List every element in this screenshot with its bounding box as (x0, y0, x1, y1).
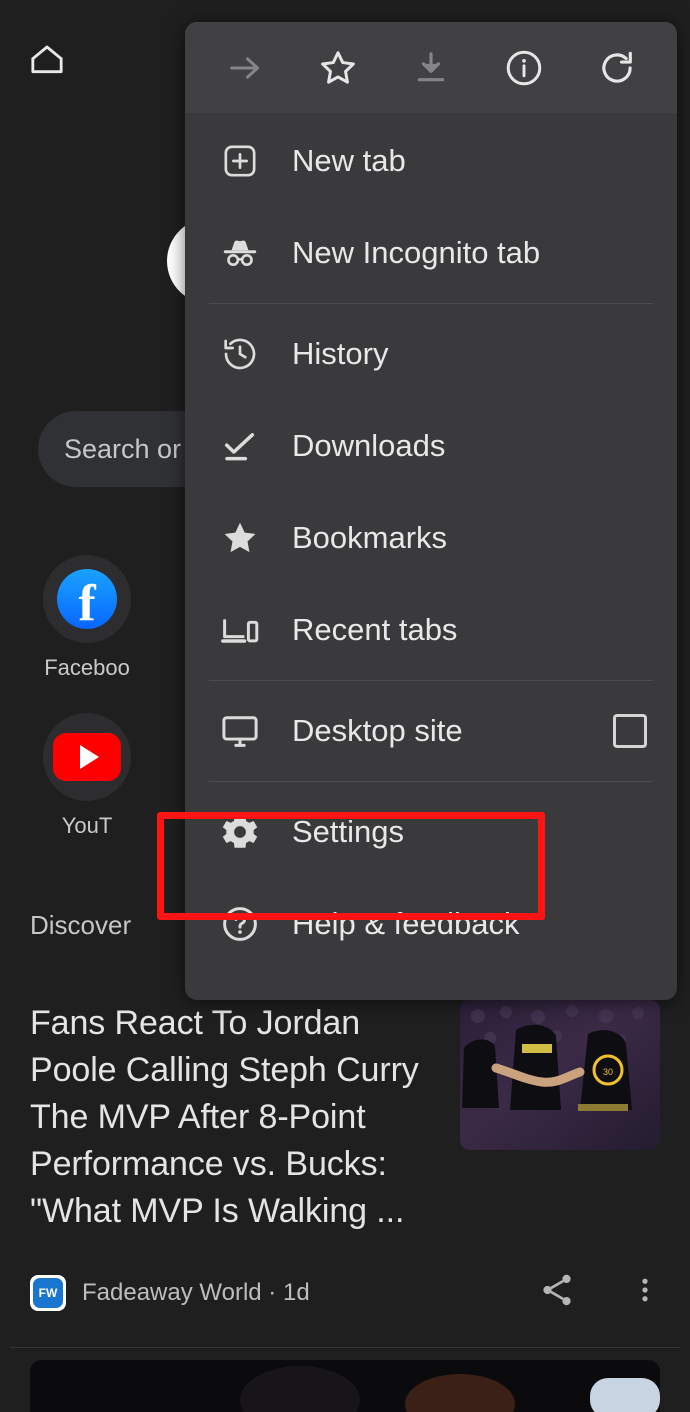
reload-icon[interactable] (570, 22, 663, 113)
article-thumbnail: 30 (460, 1000, 660, 1150)
share-icon[interactable] (538, 1271, 576, 1314)
forward-icon[interactable] (199, 22, 292, 113)
shortcut-tile (43, 713, 131, 801)
article-card[interactable]: Fans React To Jordan Poole Calling Steph… (0, 1000, 690, 1314)
menu-item-label: Settings (292, 814, 405, 849)
menu-item-label: Downloads (292, 428, 446, 463)
menu-item-downloads[interactable]: Downloads (185, 400, 677, 492)
history-icon (218, 332, 262, 376)
source-badge-text: FW (33, 1277, 63, 1308)
menu-item-history[interactable]: History (185, 308, 677, 400)
menu-item-help-feedback[interactable]: Help & feedback (185, 878, 677, 970)
shortcut-facebook[interactable]: f Faceboo (22, 555, 152, 681)
chrome-main-menu: New tab New Incognito tab History Downlo… (185, 22, 677, 1000)
star-icon (218, 516, 262, 560)
article-divider (10, 1347, 680, 1348)
downloads-check-icon (218, 424, 262, 468)
download-icon[interactable] (385, 22, 478, 113)
menu-divider (209, 680, 653, 681)
menu-item-label: History (292, 336, 389, 371)
recent-tabs-icon (218, 608, 262, 652)
menu-item-desktop-site[interactable]: Desktop site (185, 685, 677, 777)
menu-item-new-tab[interactable]: New tab (185, 115, 677, 207)
shortcut-tile: f (43, 555, 131, 643)
desktop-monitor-icon (218, 709, 262, 753)
menu-divider (209, 781, 653, 782)
home-icon[interactable] (27, 40, 67, 80)
article-title: Fans React To Jordan Poole Calling Steph… (30, 1004, 419, 1230)
youtube-icon (53, 733, 121, 781)
facebook-icon: f (57, 569, 117, 630)
desktop-site-checkbox[interactable] (613, 714, 647, 748)
help-circle-icon (218, 902, 262, 946)
bookmark-star-icon[interactable] (292, 22, 385, 113)
menu-item-label: Help & feedback (292, 906, 520, 941)
shortcut-label: YouT (61, 813, 113, 838)
phone-screen: G Search or f Faceboo YouT (0, 0, 690, 1412)
discover-heading: Discover (30, 910, 132, 940)
shortcut-label: Faceboo (44, 655, 130, 680)
article-meta: FW Fadeaway World · 1d (0, 1235, 690, 1314)
next-article-thumbnail[interactable] (30, 1360, 660, 1412)
svg-text:30: 30 (603, 1067, 613, 1077)
menu-divider (209, 303, 653, 304)
incognito-icon (218, 231, 262, 275)
menu-item-recent-tabs[interactable]: Recent tabs (185, 584, 677, 676)
article-source-line: Fadeaway World · 1d (82, 1278, 310, 1306)
more-vertical-icon[interactable] (630, 1271, 660, 1314)
shortcut-youtube[interactable]: YouT (22, 713, 152, 839)
menu-items-list: New tab New Incognito tab History Downlo… (185, 113, 677, 970)
menu-item-label: Bookmarks (292, 520, 448, 555)
menu-item-new-incognito-tab[interactable]: New Incognito tab (185, 207, 677, 299)
menu-item-label: New Incognito tab (292, 235, 541, 270)
new-tab-icon (218, 139, 262, 183)
menu-quick-actions-toolbar (185, 22, 677, 113)
menu-item-label: New tab (292, 143, 406, 178)
page-info-icon[interactable] (477, 22, 570, 113)
source-badge: FW (30, 1274, 66, 1311)
menu-item-label: Recent tabs (292, 612, 458, 647)
menu-item-settings[interactable]: Settings (185, 786, 677, 878)
gear-icon (218, 810, 262, 854)
menu-item-bookmarks[interactable]: Bookmarks (185, 492, 677, 584)
menu-item-label: Desktop site (292, 713, 463, 748)
